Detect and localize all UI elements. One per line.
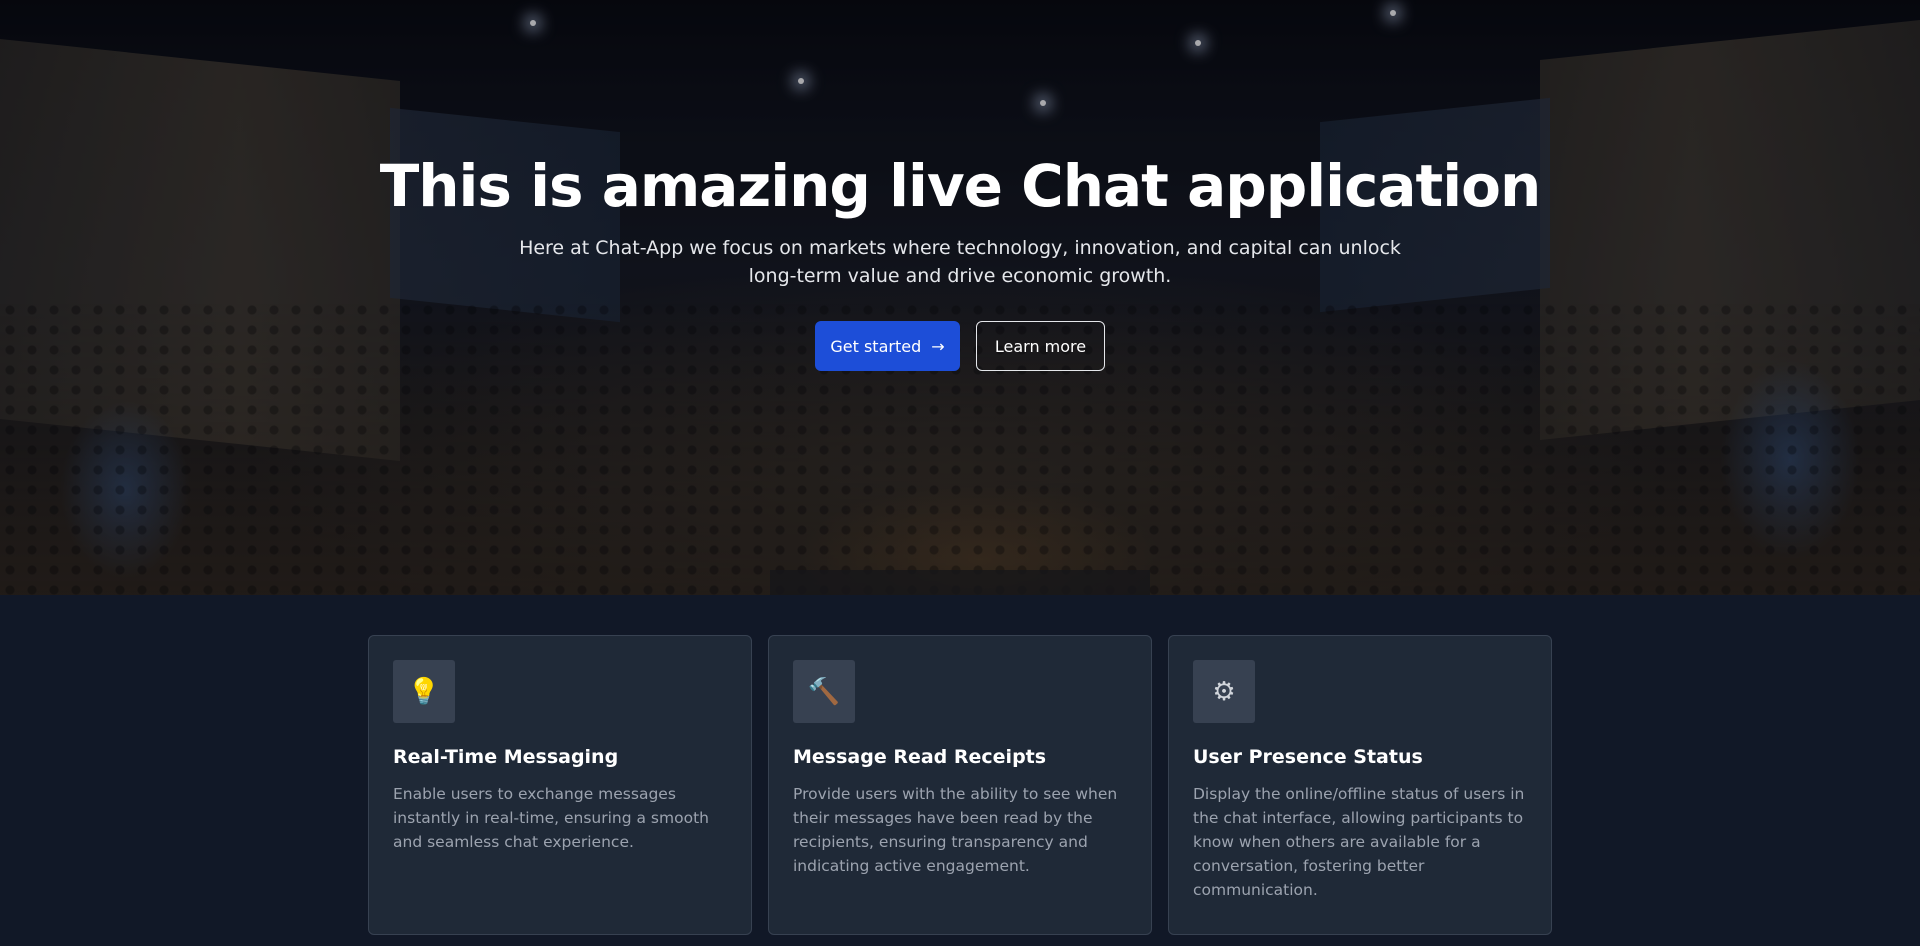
hammer-icon: 🔨	[793, 660, 855, 723]
get-started-button[interactable]: Get started →	[815, 321, 960, 371]
feature-card-real-time-messaging: 💡 Real-Time Messaging Enable users to ex…	[368, 635, 752, 935]
feature-title: User Presence Status	[1193, 746, 1423, 768]
hero-content: This is amazing live Chat application He…	[0, 0, 1920, 595]
hero-section: This is amazing live Chat application He…	[0, 0, 1920, 595]
lightbulb-icon: 💡	[393, 660, 455, 723]
feature-card-user-presence-status: ⚙ User Presence Status Display the onlin…	[1168, 635, 1552, 935]
feature-title: Real-Time Messaging	[393, 746, 619, 768]
feature-description: Enable users to exchange messages instan…	[393, 785, 709, 851]
gear-icon: ⚙	[1193, 660, 1255, 723]
feature-card-message-read-receipts: 🔨 Message Read Receipts Provide users wi…	[768, 635, 1152, 935]
lightbulb-icon-glyph: 💡	[407, 676, 441, 707]
hero-subtitle: Here at Chat-App we focus on markets whe…	[510, 234, 1410, 290]
hammer-icon-glyph: 🔨	[807, 676, 841, 707]
get-started-label: Get started	[830, 336, 922, 356]
feature-description: Display the online/offline status of use…	[1193, 785, 1525, 899]
arrow-right-icon: →	[931, 336, 945, 356]
feature-description: Provide users with the ability to see wh…	[793, 785, 1118, 875]
learn-more-label: Learn more	[994, 336, 1087, 356]
hero-title: This is amazing live Chat application	[379, 152, 1542, 220]
hero-subtitle-line: long-term value and drive economic growt…	[748, 265, 1172, 287]
gear-icon-glyph: ⚙	[1212, 676, 1236, 707]
learn-more-button[interactable]: Learn more	[976, 321, 1105, 371]
feature-title: Message Read Receipts	[793, 746, 1047, 768]
features-section: 💡 Real-Time Messaging Enable users to ex…	[0, 595, 1920, 946]
hero-subtitle-line: Here at Chat-App we focus on markets whe…	[519, 237, 1401, 259]
